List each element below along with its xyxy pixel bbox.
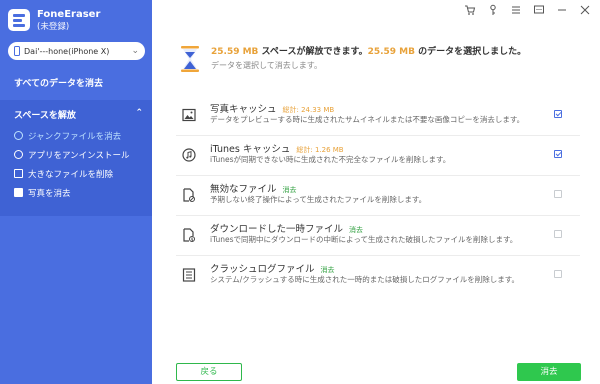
music-icon [182,148,196,162]
item-title: クラッシュログファイル [210,264,315,275]
nav-item-uninstall-apps[interactable]: アプリをアンインストール [0,146,152,163]
nav-item-label: アプリをアンインストール [28,150,130,161]
item-title: iTunes キャッシュ [210,144,291,155]
key-icon[interactable] [486,4,499,20]
item-description: iTunesが同期できない時に生成された不完全なファイルを削除します。 [210,155,451,164]
minimize-icon[interactable] [555,4,568,20]
list-item[interactable]: クラッシュログファイル 消去 システム/クラッシュする時に生成された一時的または破… [176,256,580,296]
close-icon[interactable] [578,4,591,20]
list-item[interactable]: iTunes キャッシュ 総計: 1.26 MB iTunesが同期できない時に生… [176,136,580,176]
chevron-up-icon: ⌃ [135,108,143,118]
nav-item-label: 写真を消去 [28,188,71,199]
image-icon [182,108,196,122]
cart-icon[interactable] [463,4,476,20]
item-size-badge: 総計: 1.26 MB [296,146,344,154]
phone-icon [14,46,20,56]
summary-text-mid: スペースが解放できます。 [258,47,368,57]
summary-subtitle: データを選択して消去します。 [211,61,322,70]
item-erase-badge: 消去 [282,186,297,194]
item-description: データをプレビューする時に生成されたサムイネイルまたは不要な画像コピーを消去しま… [210,115,525,124]
item-description: iTunesで同期中にダウンロードの中断によって生成された破損したファイルを削除… [210,235,518,244]
nav-item-label: ジャンクファイルを消去 [28,131,122,142]
item-title: 写真キャッシュ [210,104,277,115]
item-checkbox[interactable] [554,150,562,158]
device-selector[interactable]: Dai'---hone(iPhone X) ⌄ [8,42,145,60]
nav-item-junk-files[interactable]: ジャンクファイルを消去 [0,127,152,144]
list-item[interactable]: 写真キャッシュ 総計: 24.33 MB データをプレビューする時に生成されたサム… [176,96,580,136]
file-icon [14,169,23,178]
item-description: システム/クラッシュする時に生成された一時的または破損したログファイルを削除しま… [210,275,520,284]
chevron-down-icon: ⌄ [131,46,139,56]
log-file-icon [182,268,196,282]
nav-group-title: スペースを解放 [14,111,76,121]
brand: FoneEraser (未登録) [8,8,100,33]
device-name: Dai'---hone(iPhone X) [24,46,110,56]
item-checkbox[interactable] [554,190,562,198]
app-logo-icon [8,9,30,31]
list-item[interactable]: ダウンロードした一時ファイル 消去 iTunesで同期中にダウンロードの中断によっ… [176,216,580,256]
feedback-icon[interactable] [532,4,545,20]
item-checkbox[interactable] [554,110,562,118]
list-item[interactable]: 無効なファイル 消去 予期しない終了操作によって生成されたファイルを削除します。 [176,176,580,216]
menu-icon[interactable] [509,4,522,20]
size-selected: 25.59 MB [367,47,415,57]
photo-icon [14,188,23,197]
apps-icon [14,150,23,159]
summary-title: 25.59 MB スペースが解放できます。25.59 MB のデータを選択しまし… [211,44,526,57]
clock-icon [14,131,23,140]
summary-text-end: のデータを選択しました。 [415,47,527,57]
erase-button[interactable]: 消去 [517,363,581,381]
nav-item-erase-photos[interactable]: 写真を消去 [0,184,152,201]
item-checkbox[interactable] [554,270,562,278]
app-name: FoneEraser [37,9,101,20]
download-file-icon [182,228,196,242]
back-button[interactable]: 戻る [176,363,242,381]
nav-item-label: 大きなファイルを削除 [28,169,114,180]
item-size-badge: 総計: 24.33 MB [282,106,335,114]
item-erase-badge: 消去 [320,266,335,274]
nav-group-free-space: スペースを解放 ⌃ ジャンクファイルを消去 アプリをアンインストール 大きなファ… [0,100,152,216]
item-title: 無効なファイル [210,184,277,195]
item-checkbox[interactable] [554,230,562,238]
item-title: ダウンロードした一時ファイル [210,224,344,235]
hourglass-icon [180,46,200,72]
item-erase-badge: 消去 [349,226,364,234]
nav-group-header[interactable]: スペースを解放 ⌃ [0,100,152,125]
window-controls [463,4,591,20]
nav-item-large-files[interactable]: 大きなファイルを削除 [0,165,152,182]
registration-status[interactable]: (未登録) [37,21,100,33]
nav-erase-all-data[interactable]: すべてのデータを消去 [14,76,103,89]
junk-category-list: 写真キャッシュ 総計: 24.33 MB データをプレビューする時に生成されたサム… [176,96,580,296]
sidebar: FoneEraser (未登録) Dai'---hone(iPhone X) ⌄… [0,0,152,384]
size-freed: 25.59 MB [211,47,259,57]
invalid-file-icon [182,188,196,202]
item-description: 予期しない終了操作によって生成されたファイルを削除します。 [210,195,427,204]
